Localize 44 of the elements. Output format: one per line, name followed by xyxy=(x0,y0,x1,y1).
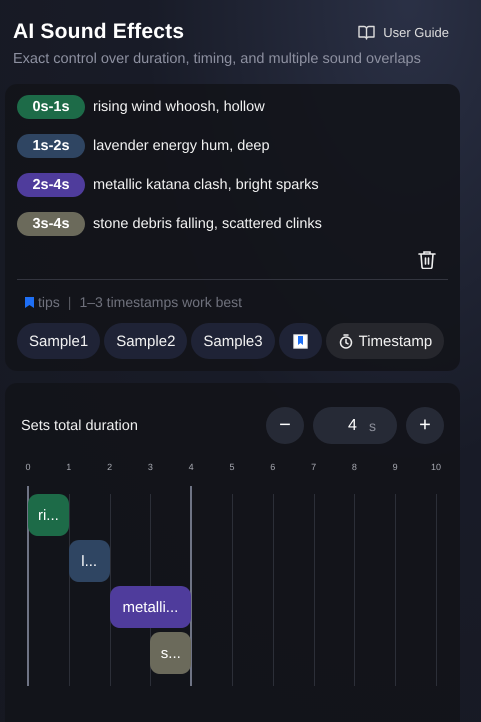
tick-label: 1 xyxy=(66,462,72,472)
tips-text: 1–3 timestamps work best xyxy=(79,294,242,310)
tick-label: 10 xyxy=(431,462,441,472)
tick-label: 9 xyxy=(392,462,398,472)
time-tag: 3s-4s xyxy=(17,212,85,236)
tick-label: 5 xyxy=(230,462,234,472)
sound-description: stone debris falling, scattered clinks xyxy=(93,216,322,232)
tick-label: 4 xyxy=(188,462,194,472)
tick-label: 7 xyxy=(311,462,316,472)
increase-button[interactable]: + xyxy=(406,407,444,444)
page-title: AI Sound Effects xyxy=(13,20,184,44)
stopwatch-icon xyxy=(338,334,353,348)
user-guide-link[interactable]: User Guide xyxy=(358,24,449,40)
timeline-block[interactable]: s... xyxy=(150,632,192,674)
sample-button[interactable]: Sample3 xyxy=(191,323,275,359)
subtitle: Exact control over duration, timing, and multiple sound overlaps xyxy=(13,50,422,69)
trash-icon[interactable] xyxy=(418,250,436,269)
time-tag: 1s-2s xyxy=(17,134,85,158)
time-tag: 0s-1s xyxy=(17,94,85,118)
tick-label: 6 xyxy=(270,462,276,472)
start-marker[interactable] xyxy=(27,486,29,686)
sound-description: rising wind whoosh, hollow xyxy=(93,98,265,114)
decrease-button[interactable]: − xyxy=(266,407,304,444)
bookmark-icon xyxy=(25,296,34,308)
sound-description: metallic katana clash, bright sparks xyxy=(93,176,319,192)
sample-button[interactable]: Sample1 xyxy=(17,323,100,359)
bookmark-button[interactable] xyxy=(278,323,322,359)
tick-label: 3 xyxy=(148,462,153,472)
tick-label: 0 xyxy=(26,462,30,472)
bookmark-icon xyxy=(292,334,308,348)
duration-label: Sets total duration xyxy=(21,418,138,434)
tick-label: 8 xyxy=(352,462,357,472)
sound-description: lavender energy hum, deep xyxy=(93,138,270,154)
timeline-block[interactable]: metalli... xyxy=(110,586,192,628)
sample-button[interactable]: Sample2 xyxy=(104,323,188,359)
tick-label: 2 xyxy=(107,462,112,472)
separator: | xyxy=(68,294,72,310)
time-tag: 2s-4s xyxy=(17,172,85,196)
tips-label: tips xyxy=(38,294,60,310)
timeline-block[interactable]: ri... xyxy=(28,494,69,536)
timeline-block[interactable]: l... xyxy=(68,540,110,582)
book-icon xyxy=(358,24,376,40)
timestamp-button[interactable]: Timestamp xyxy=(326,323,444,359)
duration-field[interactable]: 4 s xyxy=(313,407,397,444)
